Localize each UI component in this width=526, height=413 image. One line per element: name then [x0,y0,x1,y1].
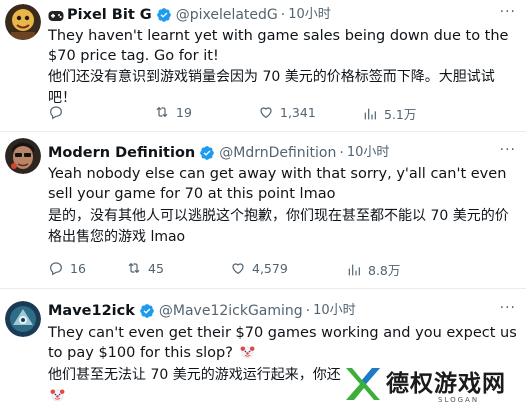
tweet-text-en: They can't even get their $70 games work… [48,325,517,361]
tweet-header: Modern Definition @MdrnDefinition · 10小时 [48,144,389,162]
more-icon[interactable]: ··· [500,300,516,316]
avatar[interactable] [5,138,41,174]
tweet-text-en: Yeah nobody else can get away with that … [48,166,507,202]
tweet-2[interactable]: Modern Definition @MdrnDefinition · 10小时… [0,132,526,287]
like-count: 1,341 [280,104,316,120]
watermark-logo-icon [346,368,380,400]
avatar[interactable] [5,4,41,40]
repost-icon [156,106,168,118]
display-name[interactable]: Mave12ick [48,302,135,320]
tweet-actions: 16 45 4,579 8.8万 [48,260,508,280]
more-icon[interactable]: ··· [500,4,516,20]
verified-badge-icon [199,145,215,161]
tweet-text-en: They haven't learnt yet with game sales … [48,28,509,64]
views-icon [348,264,360,275]
watermark: 德权游戏网 SLOGAN [334,358,526,413]
verified-badge-icon [139,303,155,319]
repost-count: 19 [176,104,192,120]
repost-button[interactable]: 45 [126,260,164,276]
reply-icon [50,262,62,276]
display-name[interactable]: Modern Definition [48,144,195,162]
user-handle[interactable]: @pixelelatedG [176,6,278,24]
tweet-header: Pixel Bit G @pixelelatedG · 10小时 [48,6,331,24]
timestamp[interactable]: 10小时 [288,6,331,24]
reply-count: 16 [70,260,86,276]
views-count: 8.8万 [368,263,401,278]
like-button[interactable]: 1,341 [258,104,316,120]
separator-dot: · [305,303,311,319]
like-icon [232,263,244,275]
reply-button[interactable] [48,104,70,120]
reply-button[interactable]: 16 [48,260,86,276]
watermark-title: 德权游戏网 [386,371,506,397]
tweet-text-zh: 是的，没有其他人可以逃脱这个抱歉，你们现在甚至都不能以 70 美元的价格出售您的… [48,208,509,245]
tweet-1[interactable]: Pixel Bit G @pixelelatedG · 10小时 ··· The… [0,0,526,130]
user-handle[interactable]: @MdrnDefinition [219,144,336,162]
timestamp[interactable]: 10小时 [313,302,356,320]
clown-emoji [240,344,255,359]
tweet-header: Mave12ick @Mave12ickGaming · 10小时 [48,302,356,320]
views-button[interactable]: 5.1万 [362,104,416,123]
game-controller-icon [48,9,64,21]
user-handle[interactable]: @Mave12ickGaming [159,302,303,320]
views-count: 5.1万 [384,107,417,122]
repost-button[interactable]: 19 [154,104,192,120]
like-icon [260,107,272,119]
repost-icon [128,262,140,274]
clown-emoji [50,387,65,402]
verified-badge-icon [156,7,172,23]
like-count: 4,579 [252,260,288,276]
watermark-slogan: SLOGAN [438,396,480,404]
tweet-text-zh: 他们还没有意识到游戏销量会因为 70 美元的价格标签而下降。大胆试试吧！ [48,69,495,106]
views-button[interactable]: 8.8万 [346,260,400,279]
timestamp[interactable]: 10小时 [347,144,390,162]
tweet-actions: 19 1,341 5.1万 [48,104,508,124]
avatar[interactable] [5,301,41,337]
separator-dot: · [339,145,344,161]
views-icon [364,108,376,119]
like-button[interactable]: 4,579 [230,260,288,276]
tweet-text-en-wrapper: They can't even get their $70 games work… [48,323,518,363]
reply-icon [50,106,62,120]
more-icon[interactable]: ··· [500,142,516,158]
display-name[interactable]: Pixel Bit G [67,6,152,24]
separator-dot: · [280,7,286,23]
repost-count: 45 [148,260,164,276]
